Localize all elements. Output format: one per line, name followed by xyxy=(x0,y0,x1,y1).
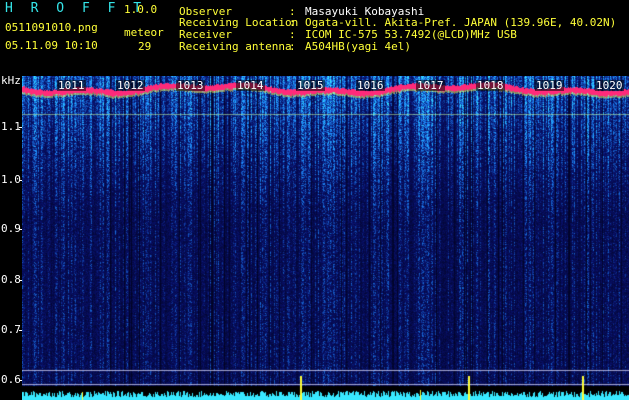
info-separator: : xyxy=(289,40,296,53)
y-tick-label: 0.6 xyxy=(1,373,21,386)
y-tick-mark xyxy=(19,180,22,181)
y-tick-mark xyxy=(19,330,22,331)
time-tick-label: 1014 xyxy=(236,79,265,92)
time-tick-label: 1018 xyxy=(476,79,505,92)
y-tick-label: 1.0 xyxy=(1,173,21,186)
spectrogram xyxy=(22,76,629,400)
y-tick-mark xyxy=(19,229,22,230)
timestamp: 05.11.09 10:10 xyxy=(5,39,98,52)
time-tick-label: 1020 xyxy=(595,79,624,92)
info-label-antenna: Receiving antenna xyxy=(179,40,292,53)
time-tick-label: 1011 xyxy=(57,79,86,92)
time-tick-label: 1016 xyxy=(356,79,385,92)
time-tick-label: 1017 xyxy=(416,79,445,92)
time-tick-label: 1012 xyxy=(116,79,145,92)
frequency-axis: 1.1 1.0 0.9 0.8 0.7 0.6 xyxy=(0,76,22,400)
frequency-unit-label: kHz xyxy=(1,74,21,87)
time-tick-label: 1015 xyxy=(296,79,325,92)
meteor-count: 29 xyxy=(138,40,152,53)
time-tick-label: 1013 xyxy=(176,79,205,92)
time-tick-label: 1019 xyxy=(535,79,564,92)
y-tick-mark xyxy=(19,280,22,281)
info-value-antenna: A504HB(yagi 4el) xyxy=(305,40,411,53)
y-tick-label: 1.1 xyxy=(1,120,21,133)
header-panel: H R O F F T 1.0.0 0511091010.png 05.11.0… xyxy=(0,0,629,76)
file-name: 0511091010.png xyxy=(5,21,98,34)
y-tick-label: 0.7 xyxy=(1,323,21,336)
app-version: 1.0.0 xyxy=(124,3,158,16)
y-tick-label: 0.9 xyxy=(1,222,21,235)
y-tick-mark xyxy=(19,380,22,381)
y-tick-mark xyxy=(19,127,22,128)
meteor-label: meteor xyxy=(124,26,164,39)
y-tick-label: 0.8 xyxy=(1,273,21,286)
